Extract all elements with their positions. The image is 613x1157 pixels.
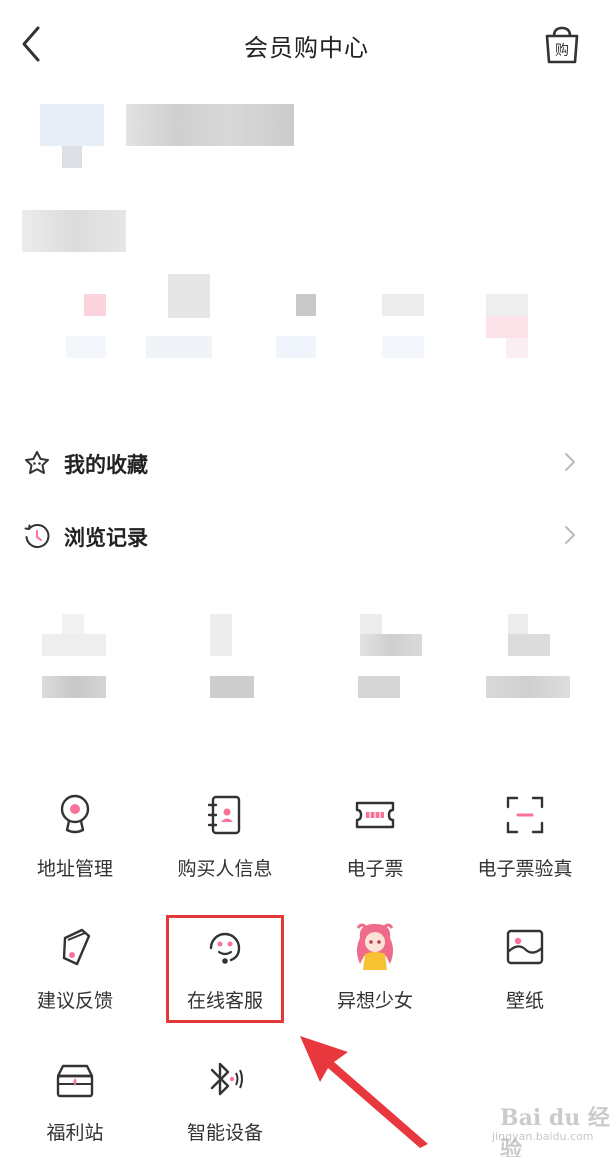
chevron-right-icon	[560, 450, 580, 474]
service-label: 地址管理	[36, 858, 113, 880]
top-nav-bar: 会员购中心 购	[0, 0, 613, 92]
service-dream-girl[interactable]: 异想少女	[300, 920, 450, 1040]
location-icon	[48, 788, 102, 842]
favorites-label: 我的收藏	[64, 453, 148, 477]
shopping-bag-button[interactable]: 购	[540, 24, 584, 68]
service-address[interactable]: 地址管理	[0, 788, 150, 908]
history-icon	[22, 521, 52, 551]
ticket-icon	[348, 788, 402, 842]
anime-girl-icon	[348, 920, 402, 974]
page-title: 会员购中心	[244, 34, 369, 62]
service-label: 建议反馈	[36, 990, 113, 1012]
service-label: 智能设备	[186, 1122, 263, 1144]
gift-box-icon	[48, 1052, 102, 1106]
service-smart-device[interactable]: 智能设备	[150, 1052, 300, 1157]
service-welfare[interactable]: 福利站	[0, 1052, 150, 1157]
service-label: 电子票	[346, 858, 404, 880]
svg-text:购: 购	[555, 43, 569, 59]
service-label: 购买人信息	[177, 858, 273, 880]
service-feedback[interactable]: 建议反馈	[0, 920, 150, 1040]
chevron-right-icon	[560, 523, 580, 547]
favorites-row[interactable]: 我的收藏	[0, 434, 613, 490]
service-label: 福利站	[46, 1122, 104, 1144]
service-label: 壁纸	[505, 990, 544, 1012]
bluetooth-icon	[198, 1052, 252, 1106]
service-buyer-info[interactable]: 购买人信息	[150, 788, 300, 908]
annotation-arrow	[300, 1036, 428, 1148]
service-wallpaper[interactable]: 壁纸	[450, 920, 600, 1040]
feedback-icon	[48, 920, 102, 974]
wallpaper-icon	[498, 920, 552, 974]
history-row[interactable]: 浏览记录	[0, 507, 613, 563]
service-e-ticket[interactable]: 电子票	[300, 788, 450, 908]
contact-book-icon	[198, 788, 252, 842]
history-label: 浏览记录	[64, 526, 148, 550]
shopping-bag-icon: 购	[545, 26, 579, 64]
watermark-url: jingyan.baidu.com	[492, 1130, 594, 1143]
service-ticket-verify[interactable]: 电子票验真	[450, 788, 600, 908]
scan-icon	[498, 788, 552, 842]
service-label: 异想少女	[336, 990, 413, 1012]
highlight-box	[166, 915, 284, 1023]
watermark-text: Bai du 经验	[500, 1105, 610, 1157]
service-label: 电子票验真	[477, 858, 573, 880]
star-icon	[22, 448, 52, 478]
